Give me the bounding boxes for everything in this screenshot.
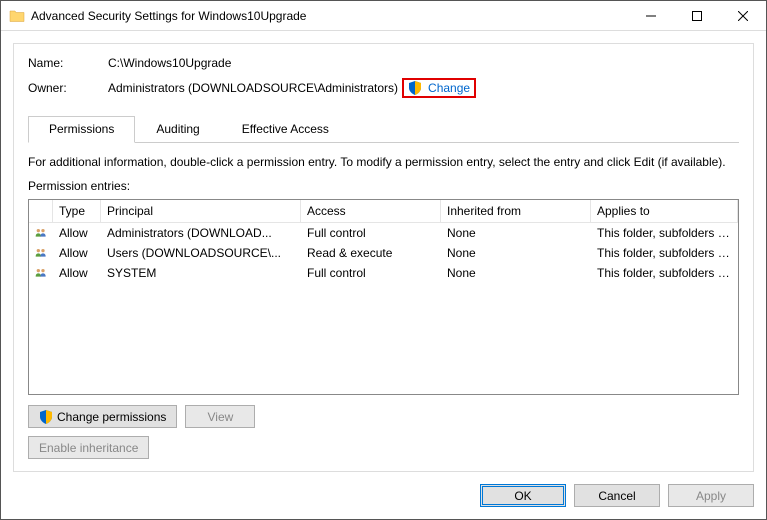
- folder-icon: [9, 8, 25, 24]
- cancel-button[interactable]: Cancel: [574, 484, 660, 507]
- name-value: C:\Windows10Upgrade: [108, 56, 231, 70]
- cell-inherited: None: [441, 245, 591, 261]
- owner-row: Owner: Administrators (DOWNLOADSOURCE\Ad…: [28, 78, 739, 98]
- tab-auditing[interactable]: Auditing: [135, 116, 220, 142]
- users-icon: [35, 246, 47, 260]
- shield-icon: [408, 81, 422, 95]
- cell-applies: This folder, subfolders and files: [591, 245, 738, 261]
- tabs: Permissions Auditing Effective Access: [28, 116, 739, 143]
- name-row: Name: C:\Windows10Upgrade: [28, 56, 739, 70]
- col-icon-header[interactable]: [29, 200, 53, 222]
- close-button[interactable]: [720, 1, 766, 30]
- col-applies-header[interactable]: Applies to: [591, 200, 738, 222]
- table-row[interactable]: AllowUsers (DOWNLOADSOURCE\...Read & exe…: [29, 243, 738, 263]
- cell-principal: SYSTEM: [101, 265, 301, 281]
- cell-applies: This folder, subfolders and files: [591, 225, 738, 241]
- cell-access: Full control: [301, 265, 441, 281]
- change-permissions-button[interactable]: Change permissions: [28, 405, 177, 428]
- cell-inherited: None: [441, 225, 591, 241]
- cell-type: Allow: [53, 245, 101, 261]
- change-link-highlight: Change: [402, 78, 476, 98]
- col-principal-header[interactable]: Principal: [101, 200, 301, 222]
- instruction-text: For additional information, double-click…: [28, 155, 739, 169]
- owner-value: Administrators (DOWNLOADSOURCE\Administr…: [108, 81, 398, 95]
- window-controls: [628, 1, 766, 30]
- minimize-button[interactable]: [628, 1, 674, 30]
- tab-effective-access[interactable]: Effective Access: [221, 116, 350, 142]
- shield-icon: [39, 410, 53, 424]
- cell-principal: Users (DOWNLOADSOURCE\...: [101, 245, 301, 261]
- name-label: Name:: [28, 56, 108, 70]
- change-owner-link[interactable]: Change: [428, 81, 470, 95]
- cell-principal: Administrators (DOWNLOAD...: [101, 225, 301, 241]
- permissions-table[interactable]: Type Principal Access Inherited from App…: [28, 199, 739, 395]
- enable-inheritance-button: Enable inheritance: [28, 436, 149, 459]
- titlebar: Advanced Security Settings for Windows10…: [1, 1, 766, 31]
- view-button: View: [185, 405, 255, 428]
- cell-access: Full control: [301, 225, 441, 241]
- users-icon: [35, 226, 47, 240]
- ok-button[interactable]: OK: [480, 484, 566, 507]
- table-header: Type Principal Access Inherited from App…: [29, 200, 738, 223]
- maximize-button[interactable]: [674, 1, 720, 30]
- table-row[interactable]: AllowSYSTEMFull controlNoneThis folder, …: [29, 263, 738, 283]
- col-access-header[interactable]: Access: [301, 200, 441, 222]
- change-permissions-label: Change permissions: [57, 410, 166, 424]
- cell-access: Read & execute: [301, 245, 441, 261]
- table-row[interactable]: AllowAdministrators (DOWNLOAD...Full con…: [29, 223, 738, 243]
- cell-inherited: None: [441, 265, 591, 281]
- cell-applies: This folder, subfolders and files: [591, 265, 738, 281]
- entries-label: Permission entries:: [28, 179, 739, 193]
- tab-permissions[interactable]: Permissions: [28, 116, 135, 143]
- cell-type: Allow: [53, 225, 101, 241]
- col-type-header[interactable]: Type: [53, 200, 101, 222]
- owner-label: Owner:: [28, 81, 108, 95]
- apply-button: Apply: [668, 484, 754, 507]
- cell-type: Allow: [53, 265, 101, 281]
- window-title: Advanced Security Settings for Windows10…: [31, 9, 628, 23]
- col-inherited-header[interactable]: Inherited from: [441, 200, 591, 222]
- users-icon: [35, 266, 47, 280]
